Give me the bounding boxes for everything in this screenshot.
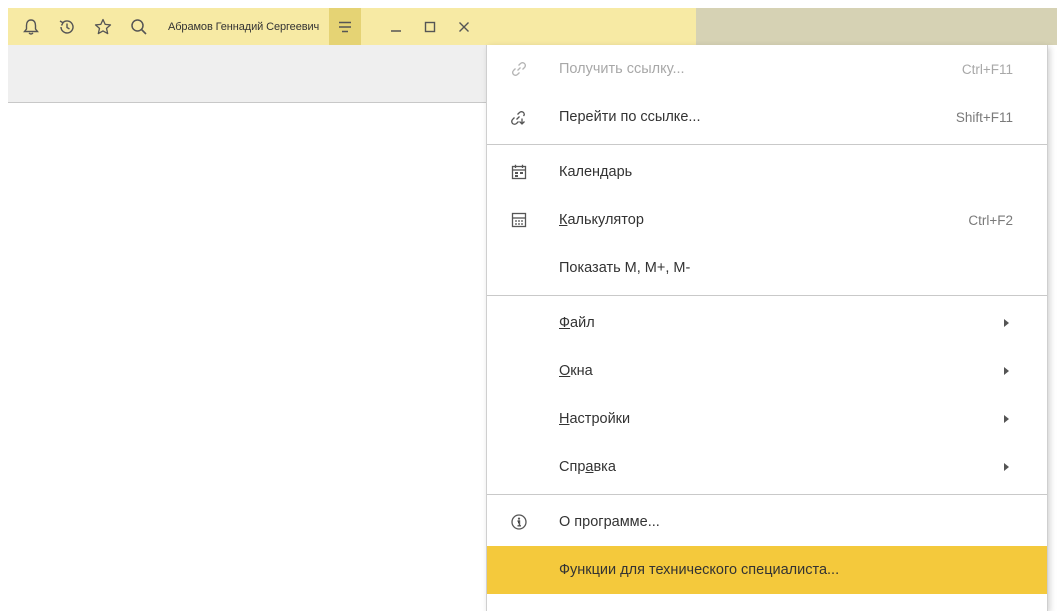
- menu-item-label: Окна: [559, 363, 593, 379]
- menu-item-label: Календарь: [559, 164, 633, 180]
- star-icon[interactable]: [92, 16, 114, 38]
- menu-item-label: Показать М, М+, М-: [559, 260, 691, 276]
- top-bar-empty-area: [696, 8, 1057, 45]
- link-go-icon: [509, 107, 529, 127]
- history-icon[interactable]: [56, 16, 78, 38]
- top-bar: Абрамов Геннадий Сергеевич: [8, 8, 1057, 45]
- menu-item-settings[interactable]: Настройки: [487, 395, 1047, 443]
- menu-item-file[interactable]: Файл: [487, 299, 1047, 347]
- menu-item-get-link[interactable]: Получить ссылку... Ctrl+F11: [487, 45, 1047, 93]
- user-name[interactable]: Абрамов Геннадий Сергеевич: [168, 21, 319, 33]
- menu-item-shortcut: Shift+F11: [955, 109, 1013, 125]
- menu-item-shortcut: Ctrl+F11: [961, 61, 1013, 77]
- submenu-arrow-icon: [1004, 415, 1009, 423]
- search-icon[interactable]: [128, 16, 150, 38]
- info-icon: [509, 512, 529, 532]
- menu-item-go-to-link[interactable]: Перейти по ссылке... Shift+F11: [487, 93, 1047, 141]
- calendar-icon: [509, 162, 529, 182]
- close-button[interactable]: [447, 8, 481, 45]
- menu-item-about[interactable]: О программе...: [487, 498, 1047, 546]
- menu-separator: [487, 144, 1047, 145]
- top-bar-panel: Абрамов Геннадий Сергеевич: [8, 8, 696, 45]
- menu-item-calendar[interactable]: Календарь: [487, 148, 1047, 196]
- close-icon: [459, 21, 470, 32]
- menu-item-help[interactable]: Справка: [487, 443, 1047, 491]
- maximize-button[interactable]: [413, 8, 447, 45]
- menu-item-tech-functions[interactable]: Функции для технического специалиста...: [487, 546, 1047, 594]
- link-icon: [509, 59, 529, 79]
- menu-item-label: Калькулятор: [559, 212, 644, 228]
- menu-item-windows[interactable]: Окна: [487, 347, 1047, 395]
- menu-item-label: Файл: [559, 315, 595, 331]
- menu-separator: [487, 494, 1047, 495]
- menu-item-shortcut: Ctrl+F2: [968, 212, 1013, 228]
- menu-item-label: Справка: [559, 459, 616, 475]
- bell-icon[interactable]: [20, 16, 42, 38]
- menu-item-label: Перейти по ссылке...: [559, 109, 701, 125]
- minimize-icon: [391, 29, 402, 32]
- minimize-button[interactable]: [379, 8, 413, 45]
- menu-item-show-memory[interactable]: Показать М, М+, М-: [487, 244, 1047, 292]
- menu-item-calculator[interactable]: Калькулятор Ctrl+F2: [487, 196, 1047, 244]
- main-menu-dropdown: Получить ссылку... Ctrl+F11 Перейти по с…: [486, 45, 1048, 611]
- hamburger-menu-icon: [339, 21, 352, 32]
- submenu-arrow-icon: [1004, 319, 1009, 327]
- main-menu-button[interactable]: [329, 8, 362, 45]
- menu-item-label: О программе...: [559, 514, 660, 530]
- menu-separator: [487, 295, 1047, 296]
- screen: Абрамов Геннадий Сергеевич Получить ссыл…: [0, 0, 1057, 611]
- menu-item-label: Функции для технического специалиста...: [559, 562, 840, 578]
- content-panel-header: [8, 45, 486, 103]
- menu-item-label: Получить ссылку...: [559, 61, 685, 77]
- submenu-arrow-icon: [1004, 463, 1009, 471]
- menu-item-label: Настройки: [559, 411, 631, 427]
- calculator-icon: [509, 210, 529, 230]
- maximize-icon: [424, 21, 436, 32]
- submenu-arrow-icon: [1004, 367, 1009, 375]
